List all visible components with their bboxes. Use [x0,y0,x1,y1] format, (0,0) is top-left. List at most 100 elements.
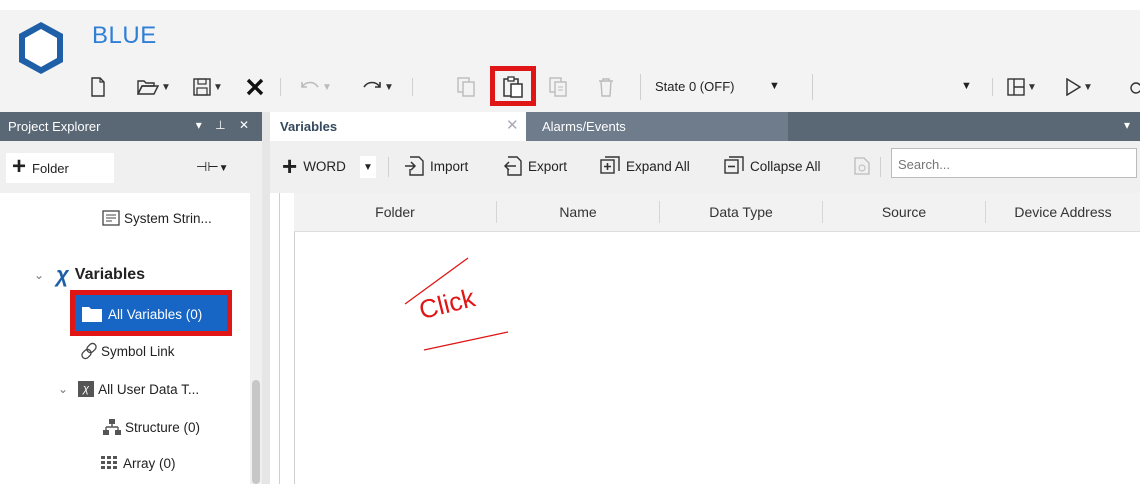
save-icon [193,78,211,96]
tab-list-menu-icon[interactable]: ▾ [1124,118,1130,132]
open-folder-icon [137,80,160,95]
project-tree [0,193,262,484]
state-select-value: State 0 (OFF) [655,79,735,94]
column-header-source[interactable]: Source [823,193,985,231]
play-icon [1066,78,1082,96]
save-button[interactable]: ▼ [188,70,228,104]
chevron-down-icon: ▼ [769,80,780,92]
expand-all-button[interactable]: Expand All [600,149,690,183]
variable-type-label: WORD [303,158,346,174]
close-icon[interactable]: ✕ [506,116,519,134]
layout-button[interactable]: ▼ [1000,70,1044,104]
chevron-down-icon: ▼ [218,163,229,174]
paste-highlight-box [490,66,536,106]
tree-item-label: Variables [74,266,146,283]
layout-icon [1007,78,1025,96]
tree-item-symbol-link[interactable]: Symbol Link [80,342,175,360]
tab-alarms-events[interactable]: Alarms/Events [526,112,788,141]
undo-button[interactable]: ▼ [292,70,340,104]
column-header-data-type[interactable]: Data Type [660,193,822,231]
chevron-down-icon: ▼ [1083,81,1093,93]
variable-icon: χ [56,262,69,287]
toolbar-divider [992,78,993,96]
project-explorer-toolbar: + Folder ⊣⊢▼ [0,141,262,193]
panel-controls[interactable]: ▾ ⊥ ✕ [196,118,254,132]
tree-item-system-strings[interactable]: System Strin... [102,210,212,226]
delete-icon[interactable] [240,70,270,104]
export-label: Export [528,158,568,174]
tree-item-label: System Strin... [124,210,212,226]
chevron-down-icon: ▼ [363,161,373,173]
new-file-icon[interactable] [86,70,110,104]
search-box [891,148,1137,179]
project-explorer-header: Project Explorer ▾ ⊥ ✕ [0,112,262,141]
copy-icon[interactable] [452,70,480,104]
structure-icon [103,419,121,435]
document-icon [102,210,120,226]
tree-item-array[interactable]: Array (0) [100,455,176,471]
tree-item-structure[interactable]: Structure (0) [102,418,200,436]
add-variable-button[interactable]: + WORD [282,149,346,183]
array-icon [101,456,117,469]
tree-item-label: All Variables (0) [108,306,203,322]
variables-toolbar: + WORD ▼ Import Export Expand All Collap… [270,141,1140,193]
export-button[interactable]: Export [502,149,567,183]
column-header-device-address[interactable]: Device Address [986,193,1140,231]
tree-item-all-variables[interactable]: All Variables (0) [70,290,232,336]
secondary-select[interactable]: ▼ [812,74,984,100]
column-header-name[interactable]: Name [497,193,659,231]
plus-icon: + [12,153,27,180]
pin-menu-button[interactable]: ⊣⊢▼ [196,159,229,175]
expand-all-label: Expand All [626,158,690,174]
toolbar-divider [280,78,281,96]
redo-icon [363,81,381,88]
chevron-down-icon: ▼ [213,81,223,93]
tree-item-variables[interactable]: ⌄ χ Variables [34,262,145,288]
state-select[interactable]: State 0 (OFF) ▼ [640,74,800,100]
collapse-all-label: Collapse All [750,158,821,174]
open-folder-button[interactable]: ▼ [134,70,174,104]
add-folder-label: Folder [32,160,69,176]
trash-icon[interactable] [592,70,620,104]
collapse-all-icon [724,156,744,174]
tab-variables[interactable]: Variables ✕ [270,112,526,141]
chevron-down-icon: ▼ [1027,81,1037,93]
tab-label: Alarms/Events [542,119,626,134]
chevron-down-icon: ▼ [384,81,394,93]
search-input[interactable] [892,149,1136,179]
tab-label: Variables [280,119,338,134]
undo-icon [301,81,319,88]
pin-icon: ⊣⊢ [196,159,219,174]
toolbar-divider [412,78,413,96]
grid-header: Folder Name Data Type Source Device Addr… [294,193,1140,232]
panel-splitter[interactable] [262,112,270,484]
plus-icon: + [282,151,298,181]
add-folder-button[interactable]: + Folder [6,153,114,183]
toolbar-divider [880,157,881,177]
tree-item-all-user-data-types[interactable]: ⌄ χ All User Data T... [58,381,199,397]
import-label: Import [430,158,469,174]
tree-scrollbar-thumb[interactable] [252,380,260,484]
chevron-down-icon: ▼ [961,80,972,92]
tree-item-label: Symbol Link [101,343,175,359]
column-header-folder[interactable]: Folder [294,193,496,231]
duplicate-icon[interactable] [544,70,572,104]
expand-all-icon [600,156,620,174]
chevron-down-icon: ▼ [322,81,332,93]
tree-item-label: All User Data T... [98,381,200,397]
export-icon [503,156,522,176]
data-type-icon: χ [78,381,95,397]
tree-item-label: Structure (0) [125,419,201,435]
collapse-all-button[interactable]: Collapse All [724,149,821,183]
app-logo-icon [16,20,66,76]
app-title: BLUE [92,22,157,49]
find-document-icon[interactable] [854,149,870,183]
chevron-down-icon: ▼ [161,81,171,93]
grid-row-header-strip [279,193,295,484]
variable-type-dropdown[interactable]: ▼ [360,156,376,178]
overflow-tool-icon[interactable] [1126,70,1140,104]
redo-button[interactable]: ▼ [354,70,402,104]
link-icon [81,342,97,360]
run-button[interactable]: ▼ [1056,70,1102,104]
import-button[interactable]: Import [404,149,468,183]
